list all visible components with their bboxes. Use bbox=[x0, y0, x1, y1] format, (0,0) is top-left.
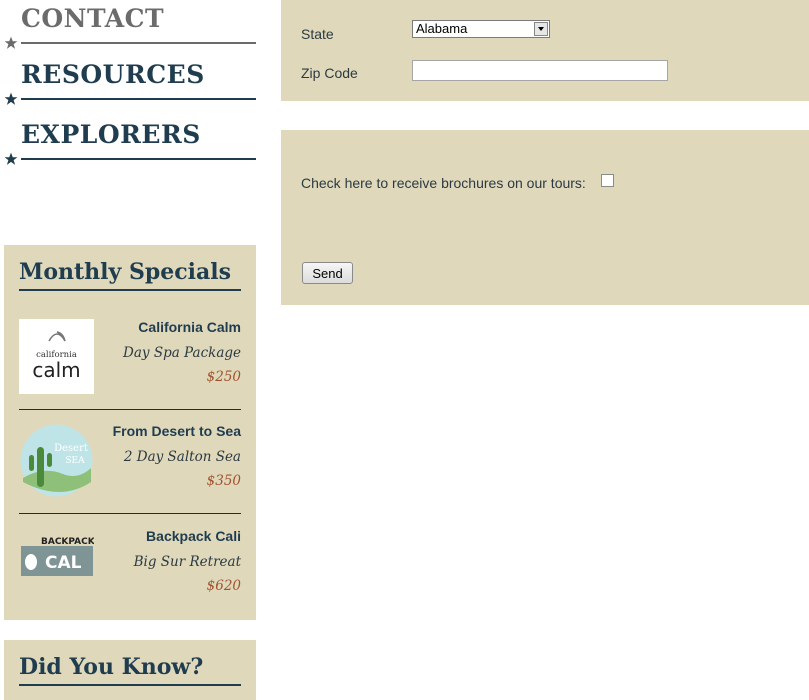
desert-to-sea-logo: Desert SEA bbox=[20, 424, 93, 497]
special-price: $620 bbox=[206, 578, 241, 594]
nav-divider bbox=[21, 158, 256, 160]
zip-code-input[interactable] bbox=[412, 60, 668, 81]
monthly-specials-title: Monthly Specials bbox=[19, 259, 241, 291]
svg-text:CAL: CAL bbox=[45, 553, 82, 573]
special-item[interactable]: california calm California Calm Day Spa … bbox=[19, 319, 241, 410]
nav-resources-label: RESOURCES bbox=[21, 60, 205, 89]
state-select-value: Alabama bbox=[416, 21, 468, 36]
special-item[interactable]: Desert SEA From Desert to Sea 2 Day Salt… bbox=[19, 423, 241, 514]
brochure-panel: Check here to receive brochures on our t… bbox=[281, 130, 809, 305]
special-description: 2 Day Salton Sea bbox=[123, 449, 241, 465]
california-calm-logo: california calm bbox=[19, 319, 94, 394]
star-icon bbox=[4, 92, 18, 105]
special-name[interactable]: From Desert to Sea bbox=[113, 423, 241, 439]
nav-contact[interactable]: CONTACT bbox=[4, 4, 256, 49]
svg-text:SEA: SEA bbox=[65, 456, 85, 466]
star-icon bbox=[4, 36, 18, 49]
special-description: Big Sur Retreat bbox=[133, 554, 241, 570]
state-select[interactable]: Alabama bbox=[412, 20, 550, 38]
nav-explorers-label: EXPLORERS bbox=[21, 120, 201, 149]
zip-code-label: Zip Code bbox=[301, 65, 358, 81]
nav-resources[interactable]: RESOURCES bbox=[4, 60, 256, 105]
send-button[interactable]: Send bbox=[302, 262, 353, 284]
svg-text:calm: calm bbox=[32, 358, 80, 382]
backpack-cali-logo: BACKPACK CAL bbox=[19, 528, 94, 603]
svg-text:Desert: Desert bbox=[54, 443, 88, 454]
brochure-checkbox[interactable] bbox=[601, 174, 614, 187]
special-price: $250 bbox=[206, 369, 241, 385]
nav-divider bbox=[21, 98, 256, 100]
special-item[interactable]: BACKPACK CAL Backpack Cali Big Sur Retre… bbox=[19, 528, 241, 618]
special-name[interactable]: Backpack Cali bbox=[146, 528, 241, 544]
dropdown-arrow-icon[interactable] bbox=[534, 22, 548, 36]
svg-text:BACKPACK: BACKPACK bbox=[41, 537, 94, 547]
did-you-know-box: Did You Know? bbox=[4, 640, 256, 700]
special-description: Day Spa Package bbox=[123, 345, 241, 361]
did-you-know-title: Did You Know? bbox=[19, 654, 241, 686]
special-name[interactable]: California Calm bbox=[138, 319, 241, 335]
nav-divider bbox=[21, 42, 256, 44]
state-label: State bbox=[301, 26, 334, 42]
monthly-specials-box: Monthly Specials california calm Califor… bbox=[4, 245, 256, 620]
special-price: $350 bbox=[206, 473, 241, 489]
nav-explorers[interactable]: EXPLORERS bbox=[4, 120, 256, 165]
star-icon bbox=[4, 152, 18, 165]
brochure-label: Check here to receive brochures on our t… bbox=[301, 175, 586, 191]
nav-contact-label: CONTACT bbox=[21, 4, 165, 33]
address-panel: State Alabama Zip Code bbox=[281, 0, 809, 101]
